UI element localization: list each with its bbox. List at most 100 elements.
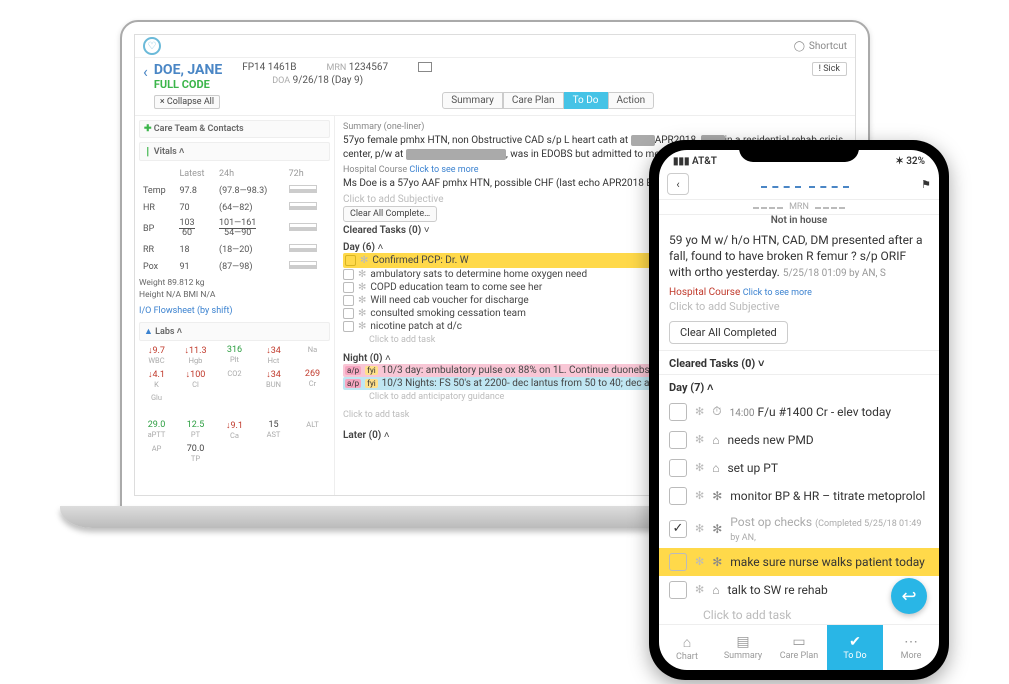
fp-id: FP14 1461B bbox=[242, 62, 296, 75]
lab-value: ↓100Cl bbox=[178, 369, 213, 389]
gear-icon[interactable]: ✻ bbox=[695, 433, 704, 446]
gear-icon[interactable]: ✻ bbox=[695, 461, 704, 474]
task-checkbox[interactable] bbox=[343, 308, 354, 319]
gear-icon[interactable]: ✻ bbox=[358, 295, 366, 306]
flag-icon[interactable]: ⚑ bbox=[921, 178, 931, 191]
task-row[interactable]: ✻ ⌂ needs new PMD bbox=[659, 426, 939, 454]
lab-value: 316Plt bbox=[217, 345, 252, 365]
phone-notch bbox=[739, 140, 859, 162]
gear-icon: ✻ bbox=[712, 555, 722, 569]
clear-all-completed-button[interactable]: Clear All Complete… bbox=[343, 206, 437, 222]
sick-button[interactable]: ! Sick bbox=[812, 62, 847, 76]
col-24h: 24h bbox=[217, 167, 285, 181]
main-tabbar: Summary Care Plan To Do Action bbox=[442, 92, 791, 109]
fab-reply-button[interactable]: ↩ bbox=[891, 578, 927, 614]
io-flowsheet-link[interactable]: I/O Flowsheet (by shift) bbox=[139, 306, 330, 316]
add-subjective-placeholder[interactable]: Click to add Subjective bbox=[659, 298, 939, 315]
gear-icon[interactable]: ✻ bbox=[695, 522, 704, 535]
task-text: monitor BP & HR – titrate metoprolol bbox=[730, 489, 929, 503]
clear-all-completed-button[interactable]: Clear All Completed bbox=[669, 321, 788, 344]
gear-icon[interactable]: ✻ bbox=[358, 269, 366, 280]
tab-chart[interactable]: ⌂Chart bbox=[659, 625, 715, 670]
phone-screen: ▮▮▮ AT&T ✶ 32% ‹ ⚑ MRN Not in house 59 y… bbox=[659, 150, 939, 670]
gear-icon[interactable]: ✻ bbox=[695, 405, 704, 418]
task-row[interactable]: ✻⌂set up PT bbox=[659, 454, 939, 482]
task-text: Confirmed PCP: Dr. W bbox=[372, 255, 468, 266]
gear-icon[interactable]: ✻ bbox=[695, 489, 704, 502]
task-checkbox[interactable] bbox=[669, 520, 687, 538]
hospital-course-label: Hospital Course bbox=[669, 287, 740, 298]
oneliner-timestamp: 5/25/18 01:09 by AN, S bbox=[783, 268, 886, 279]
home-icon: ⌂ bbox=[712, 461, 719, 475]
back-button[interactable]: ‹ bbox=[667, 173, 689, 195]
gear-icon[interactable]: ✻ bbox=[358, 308, 366, 319]
lab-value: CO2 bbox=[217, 369, 252, 389]
tab-to-do[interactable]: To Do bbox=[564, 92, 608, 109]
tab-summary[interactable]: Summary bbox=[442, 92, 503, 109]
lab-value: ↓34Hct bbox=[256, 345, 291, 365]
task-row[interactable]: ✻ ✻ make sure nurse walks patient today bbox=[659, 548, 939, 576]
task-checkbox[interactable] bbox=[669, 459, 687, 477]
home-icon: ⌂ bbox=[712, 433, 719, 447]
hospital-course-label: Hospital Course bbox=[343, 165, 407, 175]
tab-care-plan[interactable]: Care Plan bbox=[503, 92, 564, 109]
task-text: Post op checks (Completed 5/25/18 01:49 … bbox=[730, 515, 929, 543]
careteam-section[interactable]: ✚ Care Team & Contacts bbox=[139, 120, 330, 138]
carrier-label: ▮▮▮ AT&T bbox=[673, 156, 717, 167]
code-status: FULL CODE bbox=[154, 78, 222, 91]
task-row[interactable]: ✻ ✻ Post op checks (Completed 5/25/18 01:4… bbox=[659, 510, 939, 548]
gear-icon[interactable]: ✻ bbox=[358, 282, 366, 293]
gear-icon[interactable]: ✻ bbox=[695, 583, 704, 596]
task-checkbox[interactable] bbox=[345, 255, 356, 266]
lab-value: 29.0aPTT bbox=[139, 420, 174, 440]
day-tasks-header[interactable]: Day (7) ˄ bbox=[659, 374, 939, 398]
labs-panel-2: 29.0aPTT12.5PT↓9.1Ca15ASTALTAP70.0TP bbox=[139, 420, 330, 463]
back-chevron-icon[interactable]: ‹ bbox=[143, 62, 148, 81]
shortcut-label[interactable]: ◯ Shortcut bbox=[794, 41, 847, 52]
labs-icon: ▲ bbox=[144, 327, 153, 337]
vitals-section[interactable]: ❘ Vitals ˄ bbox=[139, 142, 330, 161]
gear-icon[interactable]: ✻ bbox=[695, 555, 704, 568]
task-checkbox[interactable] bbox=[343, 321, 354, 332]
task-checkbox[interactable] bbox=[669, 487, 687, 505]
gear-icon[interactable]: ✻ bbox=[358, 321, 366, 332]
task-text: ambulatory sats to determine home oxygen… bbox=[370, 269, 587, 280]
task-checkbox[interactable] bbox=[343, 269, 354, 280]
cleared-tasks-header[interactable]: Cleared Tasks (0) ˅ bbox=[659, 350, 939, 374]
tab-action[interactable]: Action bbox=[608, 92, 655, 109]
app-logo-icon: ♡ bbox=[143, 37, 161, 55]
task-checkbox[interactable] bbox=[669, 581, 687, 599]
more-icon: ⋯ bbox=[904, 634, 918, 650]
tab-more[interactable]: ⋯More bbox=[883, 625, 939, 670]
tab-care-plan[interactable]: ▭Care Plan bbox=[771, 625, 827, 670]
task-text: 14:00 F/u #1400 Cr - elev today bbox=[730, 405, 929, 419]
sidebar: ✚ Care Team & Contacts ❘ Vitals ˄ Latest… bbox=[135, 116, 335, 496]
phone-subheader: MRN bbox=[659, 200, 939, 215]
gear-icon: ✻ bbox=[712, 522, 722, 536]
task-text: needs new PMD bbox=[727, 433, 929, 447]
task-checkbox[interactable] bbox=[669, 403, 687, 421]
task-text: make sure nurse walks patient today bbox=[730, 555, 929, 569]
flag-icon[interactable] bbox=[418, 62, 432, 72]
task-checkbox[interactable] bbox=[343, 295, 354, 306]
not-in-house-badge: Not in house bbox=[659, 215, 939, 226]
phone-frame: ▮▮▮ AT&T ✶ 32% ‹ ⚑ MRN Not in house 59 y… bbox=[649, 140, 949, 680]
gear-icon[interactable]: ✻ bbox=[360, 255, 368, 266]
task-checkbox[interactable] bbox=[669, 431, 687, 449]
sparkline-icon bbox=[289, 261, 317, 269]
collapse-all-button[interactable]: × Collapse All bbox=[154, 95, 220, 109]
tab-to-do[interactable]: ✔To Do bbox=[827, 625, 883, 670]
click-see-more-link[interactable]: Click to see more bbox=[409, 165, 478, 175]
task-row[interactable]: ✻✻monitor BP & HR – titrate metoprolol bbox=[659, 482, 939, 510]
patient-title-redacted bbox=[697, 178, 913, 191]
sparkline-icon bbox=[289, 185, 317, 193]
task-checkbox[interactable] bbox=[343, 282, 354, 293]
bmi-value: BMI N/A bbox=[183, 290, 215, 300]
tab-summary[interactable]: ▤Summary bbox=[715, 625, 771, 670]
phone-oneliner: 59 yo M w/ h/o HTN, CAD, DM presented af… bbox=[659, 226, 939, 287]
task-checkbox[interactable] bbox=[669, 553, 687, 571]
labs-section[interactable]: ▲ Labs ˄ bbox=[139, 322, 330, 341]
task-row[interactable]: ✻⏱14:00 F/u #1400 Cr - elev today bbox=[659, 398, 939, 426]
chart-icon: ⌂ bbox=[683, 634, 691, 651]
click-see-more-link[interactable]: Click to see more bbox=[743, 288, 812, 298]
